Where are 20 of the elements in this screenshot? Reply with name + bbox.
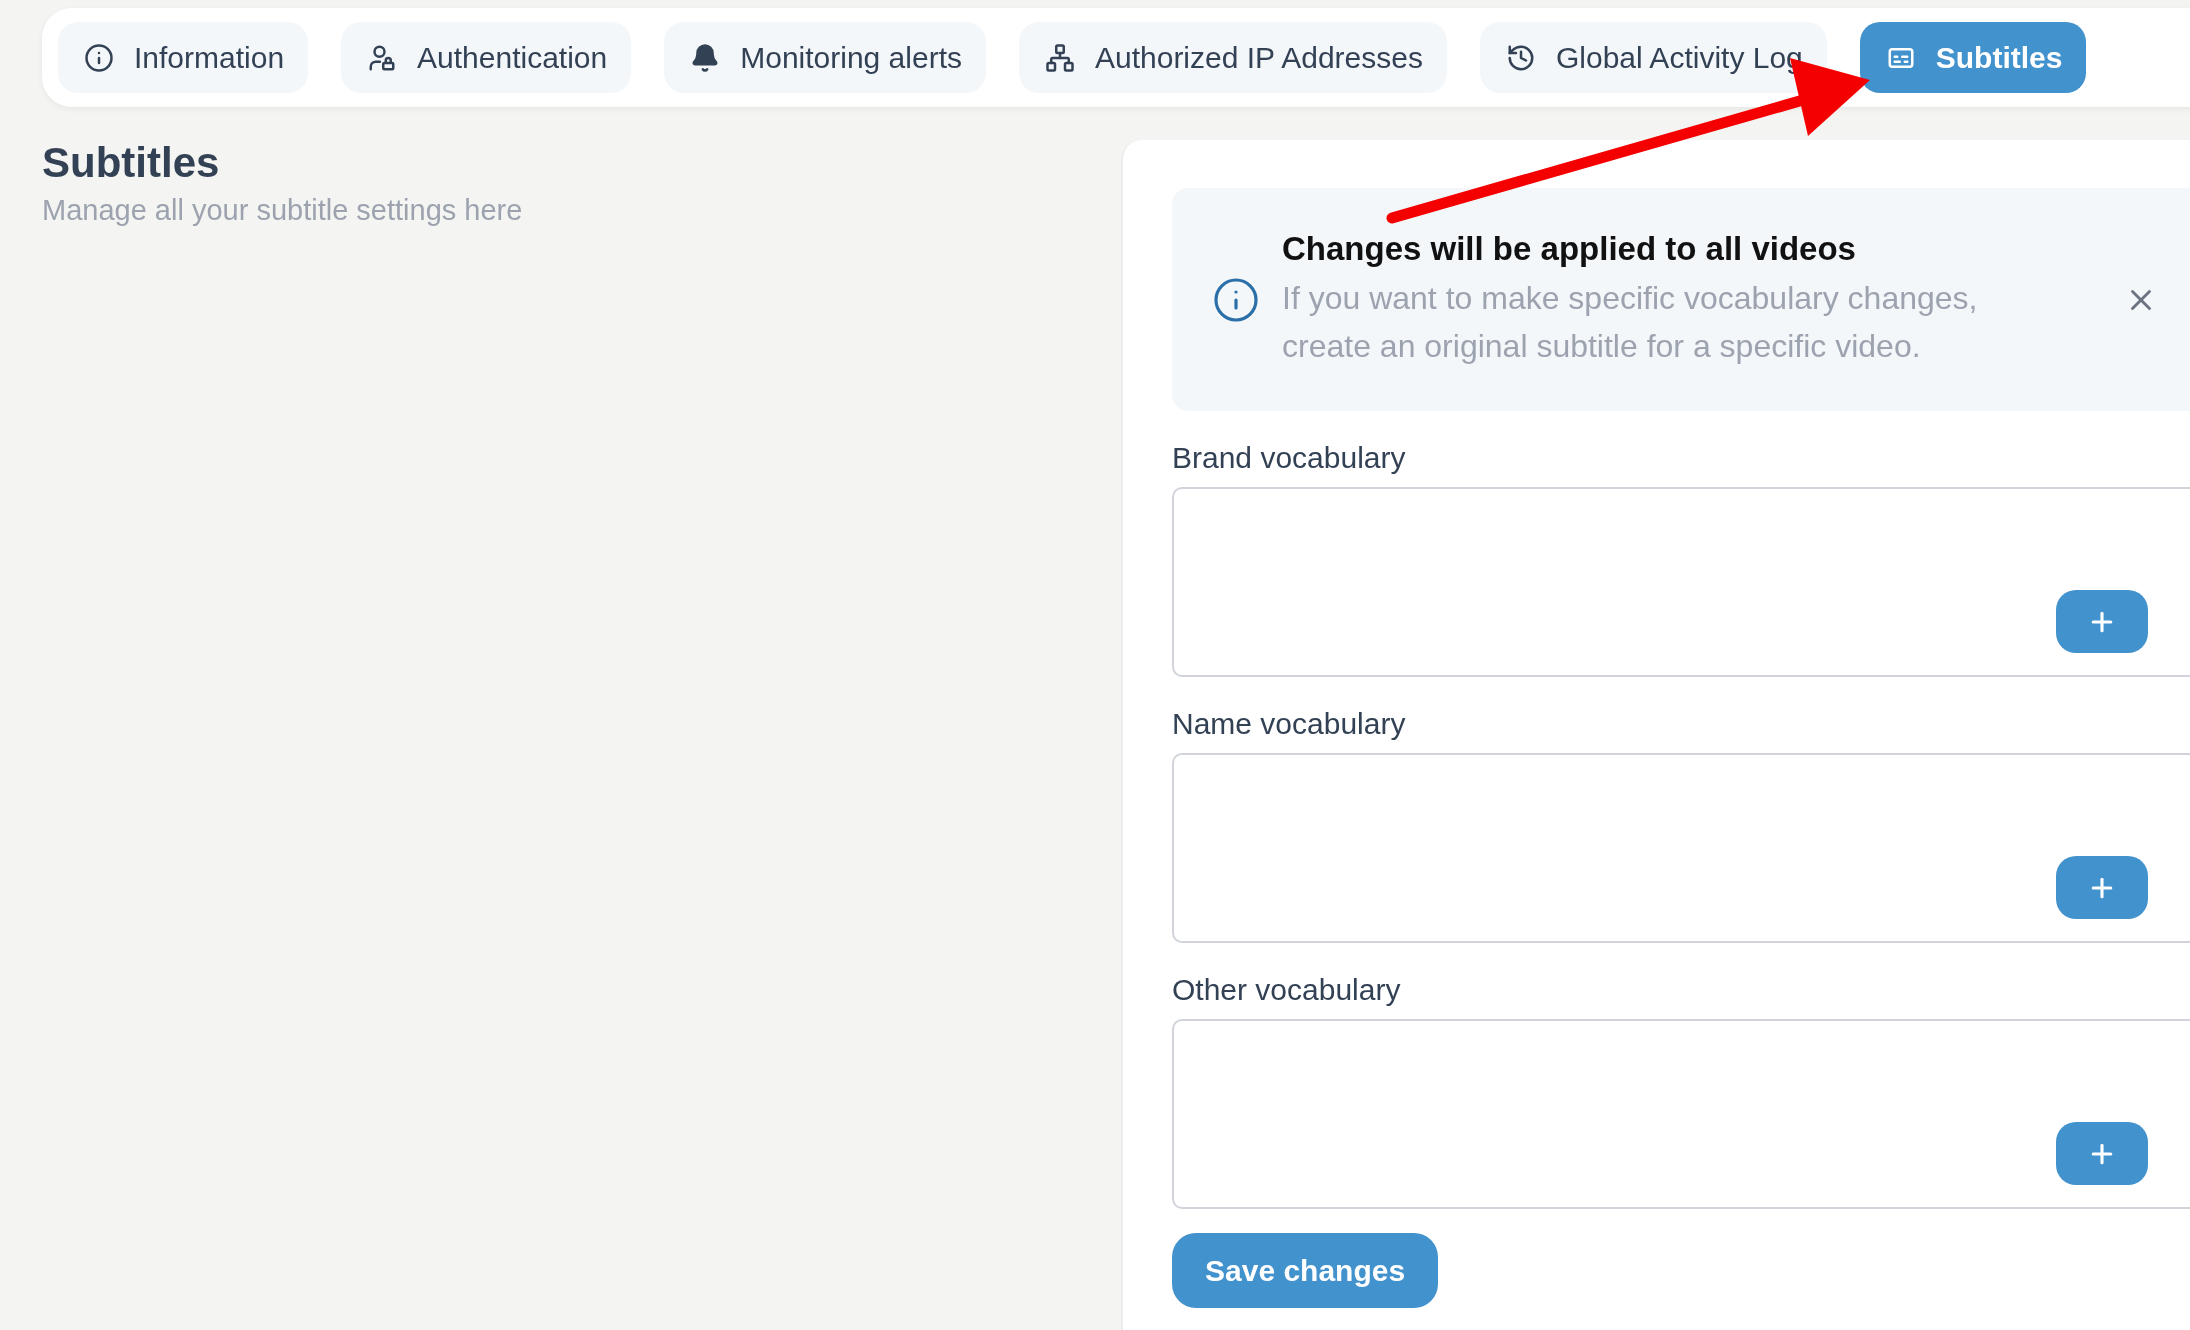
page-title: Subtitles [42, 140, 221, 187]
add-button[interactable] [2056, 590, 2148, 653]
input-field[interactable] [1172, 753, 2190, 943]
field-label: Other vocabulary [1172, 973, 1401, 1007]
add-button[interactable] [2056, 856, 2148, 919]
notice-text: If you want to make specific vocabulary changes, create an original subtitle for a specific video. [1282, 278, 1979, 366]
info-icon [84, 42, 114, 73]
notice-title: Changes will be applied to all videos [1282, 229, 1857, 268]
info-icon [1212, 275, 1260, 324]
page-subtitle: Manage all your subtitle settings here [42, 194, 524, 228]
tab[interactable]: Information [58, 22, 309, 93]
field-label: Name vocabulary [1172, 707, 1406, 741]
add-button[interactable] [2056, 1122, 2148, 1185]
field-label: Brand vocabulary [1172, 441, 1406, 475]
tab[interactable]: Authorized IP Addresses [1019, 22, 1447, 93]
input-field[interactable] [1172, 487, 2190, 677]
tab[interactable]: Monitoring alerts [664, 22, 986, 93]
tab[interactable]: Authentication [341, 22, 632, 93]
input-field[interactable] [1172, 1019, 2190, 1209]
network-icon [1045, 42, 1075, 73]
